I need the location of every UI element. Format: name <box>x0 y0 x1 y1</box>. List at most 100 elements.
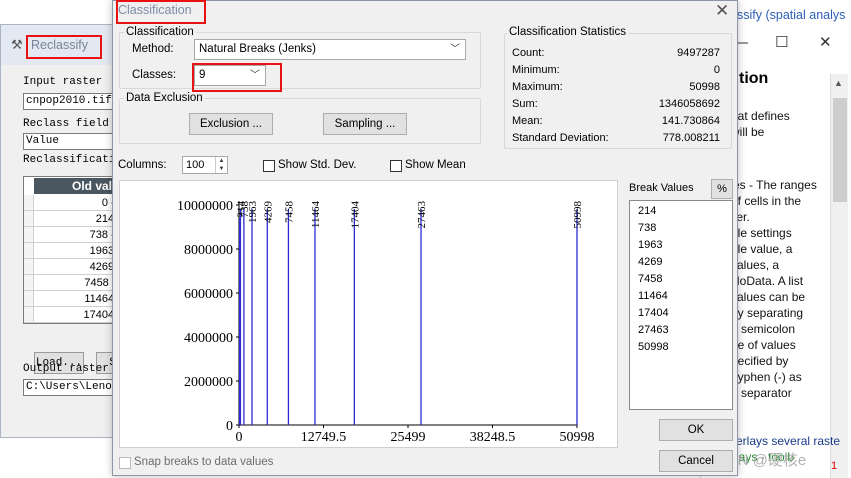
help-text-line: a semicolon <box>731 322 796 336</box>
row-selector[interactable] <box>24 291 34 307</box>
row-selector[interactable] <box>24 275 34 291</box>
ok-button[interactable]: OK <box>659 419 733 441</box>
show-std-dev-checkbox[interactable] <box>263 160 275 172</box>
break-label: 11464 <box>310 201 322 229</box>
row-selector[interactable] <box>24 243 34 259</box>
help-window-title: ssify (spatial analys <box>737 8 846 22</box>
stat-value: 50998 <box>689 81 720 93</box>
show-std-dev-label: Show Std. Dev. <box>278 159 357 171</box>
scrollbar-thumb[interactable] <box>833 98 847 202</box>
data-exclusion-group <box>119 98 481 144</box>
break-value-item[interactable]: 27463 <box>638 324 669 336</box>
statistics-list: Count: 9497287 Minimum: 0 Maximum: 50998 Sum: 1… <box>504 45 732 155</box>
break-label: 50998 <box>572 201 584 229</box>
classification-dialog: Classification ✕ Classification Method: … <box>112 0 738 476</box>
break-value-item[interactable]: 4269 <box>638 256 662 268</box>
help-text-line: hat defines <box>731 109 790 123</box>
stat-value: 9497287 <box>677 47 720 59</box>
reclassify-titlebar: ⚒ Reclassify <box>1 25 129 65</box>
chevron-down-icon: ﹀ <box>450 44 460 55</box>
break-values-label: Break Values <box>629 182 694 194</box>
help-text-line: ple settings <box>731 226 792 240</box>
columns-value: 100 <box>186 159 205 171</box>
break-value-item[interactable]: 7458 <box>638 273 662 285</box>
stat-label: Maximum: <box>512 81 563 93</box>
break-value-item[interactable]: 738 <box>638 222 656 234</box>
data-exclusion-label: Data Exclusion <box>124 92 205 104</box>
row-selector[interactable] <box>24 307 34 323</box>
exclusion-button[interactable]: Exclusion ... <box>189 113 273 135</box>
stat-label: Sum: <box>512 98 538 110</box>
spinner-arrows-icon[interactable]: ▲ ▼ <box>215 157 227 173</box>
row-selector[interactable] <box>24 227 34 243</box>
reclass-field-label: Reclass field <box>23 118 109 130</box>
method-label: Method: <box>132 43 174 55</box>
break-label: 17404 <box>349 201 361 229</box>
y-tick-label: 10000000 <box>177 199 233 214</box>
break-value-item[interactable]: 11464 <box>638 290 668 302</box>
histogram-panel[interactable]: 0 2000000 4000000 6000000 8000000 10000000 0 12… <box>119 180 618 448</box>
break-value-item[interactable]: 17404 <box>638 307 669 319</box>
help-text-line: ge of values <box>731 338 796 352</box>
stat-value: 0 <box>713 64 720 76</box>
y-tick-label: 2000000 <box>184 375 233 390</box>
y-tick-label: 4000000 <box>184 331 233 346</box>
red-annotation: 1 <box>831 460 838 472</box>
y-tick-label: 8000000 <box>184 243 233 258</box>
help-overlap-text: erlays several raste <box>736 434 841 448</box>
x-tick-label: 50998 <box>560 430 595 445</box>
cancel-button[interactable]: Cancel <box>659 450 733 472</box>
histogram-chart[interactable]: 0 2000000 4000000 6000000 8000000 10000000 0 12… <box>120 181 619 449</box>
stat-value: 778.008211 <box>662 132 720 144</box>
x-tick-label: 25499 <box>391 430 426 445</box>
y-tick-label: 6000000 <box>184 287 233 302</box>
help-heading: tion <box>739 70 769 87</box>
break-label: 1963 <box>247 201 259 224</box>
help-scrollbar[interactable]: ▲ <box>830 74 848 478</box>
sampling-button[interactable]: Sampling ... <box>323 113 407 135</box>
input-raster-label: Input raster <box>23 76 103 88</box>
title-highlight-box <box>116 0 206 24</box>
help-text-line: hyphen (-) as <box>731 370 802 384</box>
highlight-box <box>26 35 102 59</box>
method-dropdown[interactable]: Natural Breaks (Jenks) ﹀ <box>194 39 466 60</box>
break-label: 7458 <box>283 201 295 224</box>
row-selector[interactable] <box>24 259 34 275</box>
close-icon[interactable]: ✕ <box>819 34 832 52</box>
x-tick-label: 38248.5 <box>470 430 516 445</box>
maximize-icon[interactable]: ☐ <box>775 34 788 52</box>
break-value-item[interactable]: 214 <box>638 205 656 217</box>
break-value-item[interactable]: 50998 <box>638 341 669 353</box>
percent-button[interactable]: % <box>711 179 733 199</box>
stat-value: 141.730864 <box>661 115 720 127</box>
scroll-up-icon[interactable]: ▲ <box>834 78 843 88</box>
snap-breaks-checkbox[interactable] <box>119 457 131 469</box>
show-mean-label: Show Mean <box>405 159 466 171</box>
columns-spinner[interactable]: 100 ▲ ▼ <box>182 156 228 174</box>
stat-row: Sum: 1346058692 <box>512 96 720 113</box>
statistics-group-label: Classification Statistics <box>507 26 628 38</box>
stat-row: Minimum: 0 <box>512 62 720 79</box>
show-mean-checkbox[interactable] <box>390 160 402 172</box>
row-selector[interactable] <box>24 211 34 227</box>
help-text-line: NoData. A list <box>731 274 804 288</box>
help-text-line: by separating <box>731 306 804 320</box>
help-text-line: e separator <box>731 386 792 400</box>
x-tick-label: 12749.5 <box>301 430 347 445</box>
close-icon[interactable]: ✕ <box>715 1 729 21</box>
y-tick-label: 0 <box>226 419 233 434</box>
stat-row: Mean: 141.730864 <box>512 113 720 130</box>
stat-label: Mean: <box>512 115 543 127</box>
snap-breaks-label: Snap breaks to data values <box>134 456 274 468</box>
output-raster-label: Output raster <box>23 363 109 375</box>
break-label: 27463 <box>416 201 428 229</box>
break-values-list[interactable]: 214 738 1963 4269 7458 11464 17404 27463 50998 <box>629 200 733 410</box>
help-text-line: gle value, a <box>731 242 793 256</box>
stat-value: 1346058692 <box>658 98 720 110</box>
stat-row: Count: 9497287 <box>512 45 720 62</box>
break-value-item[interactable]: 1963 <box>638 239 662 251</box>
help-text-line: values, a <box>731 258 780 272</box>
row-selector[interactable] <box>24 195 34 211</box>
help-text-line: of cells in the <box>731 194 802 208</box>
method-value: Natural Breaks (Jenks) <box>199 43 316 55</box>
